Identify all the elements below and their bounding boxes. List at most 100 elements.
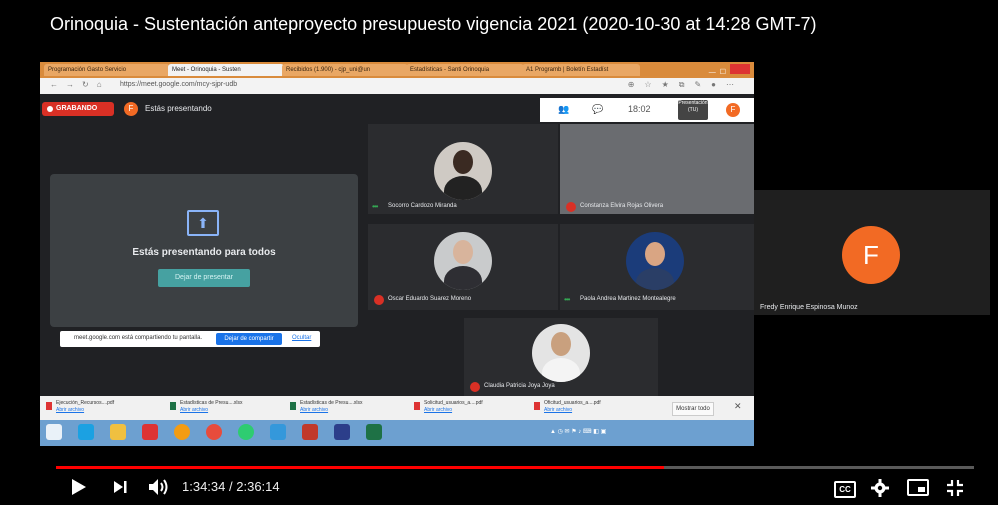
hide-banner-link[interactable]: Ocultar xyxy=(292,335,311,341)
excel-file-icon xyxy=(170,402,176,410)
pdf-file-icon xyxy=(414,402,420,410)
download-item[interactable]: Estadísticas de Presu....xlsx Abrir archi… xyxy=(180,400,243,414)
browser-tab[interactable]: Programación Gasto Servicio xyxy=(44,64,170,76)
time-separator: / xyxy=(229,479,233,494)
excel-file-icon xyxy=(290,402,296,410)
maximize-icon[interactable]: ☐ xyxy=(720,69,730,76)
window-controls[interactable]: —☐ xyxy=(709,64,750,76)
participant-name: Paola Andrea Martinez Montealegre xyxy=(580,296,676,302)
star-icon[interactable]: ☆ xyxy=(644,80,661,89)
close-window-button[interactable] xyxy=(730,64,750,74)
participant-name: Oscar Eduardo Suarez Moreno xyxy=(388,296,472,302)
pen-icon[interactable]: ✎ xyxy=(694,80,711,89)
nav-buttons[interactable]: ←→↻⌂ xyxy=(50,80,110,89)
exit-fullscreen-icon[interactable] xyxy=(945,478,965,498)
muted-mic-icon xyxy=(470,382,480,392)
participant-photo xyxy=(532,324,590,382)
screen-share-banner: meet.google.com está compartiendo tu pan… xyxy=(60,331,320,347)
time-display: 1:34:34 / 2:36:14 xyxy=(182,479,280,494)
url-field[interactable]: https://meet.google.com/mcy-sjpr-udb xyxy=(120,81,237,88)
system-tray[interactable]: ▲ ◷ ✉ ⚑ ♪ ⌨ ◧ ▣ xyxy=(550,428,606,435)
app-icon[interactable] xyxy=(238,424,254,440)
next-icon[interactable] xyxy=(112,479,130,495)
progress-played xyxy=(56,466,664,469)
participant-name: Claudia Patricia Joya Joya xyxy=(484,383,555,389)
show-all-downloads-button[interactable]: Mostrar todo xyxy=(672,402,714,416)
windows-taskbar: ▲ ◷ ✉ ⚑ ♪ ⌨ ◧ ▣ xyxy=(40,420,754,446)
download-item[interactable]: Solicitud_usuarios_a....pdf Abrir archivo xyxy=(424,400,483,414)
meet-top-bar: GRABANDO F Estás presentando 👥 💬 18:02 P… xyxy=(40,98,754,122)
zoom-icon[interactable]: ⊕ xyxy=(628,80,645,89)
back-icon[interactable]: ← xyxy=(50,80,66,89)
play-icon[interactable] xyxy=(70,478,88,496)
word-icon[interactable] xyxy=(334,424,350,440)
progress-bar[interactable] xyxy=(56,466,974,469)
record-dot-icon xyxy=(47,106,53,112)
firefox-icon[interactable] xyxy=(174,424,190,440)
stop-sharing-button[interactable]: Dejar de compartir xyxy=(216,333,282,345)
close-downloads-icon[interactable]: ✕ xyxy=(734,401,742,412)
forward-icon[interactable]: → xyxy=(66,80,82,89)
download-item[interactable]: Estadísticas de Presu....xlsx Abrir archi… xyxy=(300,400,363,414)
collections-icon[interactable]: ⧉ xyxy=(679,80,695,89)
presenting-message: Estás presentando para todos xyxy=(132,247,276,258)
participant-tile[interactable]: Constanza Elvira Rojas Olivera xyxy=(560,124,754,214)
downloads-bar: Ejecución_Recursos....pdf Abrir archivo E… xyxy=(40,396,754,420)
miniplayer-icon[interactable] xyxy=(907,479,929,496)
present-screen-icon: ⬆ xyxy=(187,210,219,236)
excel-icon[interactable] xyxy=(366,424,382,440)
participant-photo xyxy=(626,232,684,290)
participant-name: Fredy Enrique Espinosa Munoz xyxy=(760,304,858,311)
participant-tile-side[interactable]: F Fredy Enrique Espinosa Munoz xyxy=(754,190,990,315)
participant-tile[interactable]: ••• Socorro Cardozo Miranda xyxy=(368,124,558,214)
powerpoint-icon[interactable] xyxy=(302,424,318,440)
start-icon[interactable] xyxy=(46,424,62,440)
favorites-icon[interactable]: ★ xyxy=(662,80,679,89)
participant-avatar: F xyxy=(842,226,900,284)
muted-mic-icon xyxy=(374,295,384,305)
presentation-button[interactable]: Presentación (TU) xyxy=(678,100,708,120)
participant-tile[interactable]: Oscar Eduardo Suarez Moreno xyxy=(368,224,558,310)
participant-tile[interactable]: ••• Paola Andrea Martinez Montealegre xyxy=(560,224,754,310)
pdf-file-icon xyxy=(534,402,540,410)
current-time: 1:34:34 xyxy=(182,479,226,494)
speaking-indicator-icon: ••• xyxy=(372,202,378,211)
muted-mic-icon xyxy=(566,202,576,212)
browser-tab[interactable]: Estadísticas - Santi Orinoquia xyxy=(406,64,524,76)
user-avatar: F xyxy=(124,102,138,116)
recording-label: GRABANDO xyxy=(56,105,98,112)
more-icon[interactable]: ⋯ xyxy=(726,80,744,89)
app-icon[interactable] xyxy=(270,424,286,440)
stop-presenting-button[interactable]: Dejar de presentar xyxy=(158,269,250,287)
acrobat-icon[interactable] xyxy=(142,424,158,440)
browser-tab-strip: Programación Gasto Servicio Meet - Orino… xyxy=(40,62,754,78)
presenting-label: Estás presentando xyxy=(145,104,212,113)
video-title: Orinoquia - Sustentación anteproyecto pr… xyxy=(50,14,817,34)
profile-icon[interactable]: ● xyxy=(711,80,726,89)
participant-name: Socorro Cardozo Miranda xyxy=(388,203,457,209)
settings-gear-icon[interactable] xyxy=(871,479,889,497)
people-icon[interactable]: 👥 xyxy=(558,104,569,115)
browser-tab[interactable]: A1 Programb | Boletín Estadíst xyxy=(522,64,640,76)
participant-photo xyxy=(434,142,492,200)
pdf-file-icon xyxy=(46,402,52,410)
download-item[interactable]: Oficitud_usuarios_a....pdf Abrir archivo xyxy=(544,400,601,414)
folder-icon[interactable] xyxy=(110,424,126,440)
download-item[interactable]: Ejecución_Recursos....pdf Abrir archivo xyxy=(56,400,114,414)
address-bar: ←→↻⌂ https://meet.google.com/mcy-sjpr-ud… xyxy=(40,78,754,94)
presenting-card: ⬆ Estás presentando para todos Dejar de … xyxy=(50,174,358,327)
volume-icon[interactable] xyxy=(147,477,171,497)
minimize-icon[interactable]: — xyxy=(709,69,720,76)
home-icon[interactable]: ⌂ xyxy=(97,80,110,89)
participant-tile[interactable]: Claudia Patricia Joya Joya xyxy=(464,318,658,396)
chat-icon[interactable]: 💬 xyxy=(592,104,603,115)
edge-icon[interactable] xyxy=(78,424,94,440)
share-banner-text: meet.google.com está compartiendo tu pan… xyxy=(74,335,203,341)
user-avatar-small[interactable]: F xyxy=(726,103,740,117)
browser-tab[interactable]: Recibidos (1.900) - cjp_uni@un xyxy=(282,64,408,76)
chrome-icon[interactable] xyxy=(206,424,222,440)
participant-name: Constanza Elvira Rojas Olivera xyxy=(580,203,664,209)
captions-button[interactable]: CC xyxy=(834,481,856,498)
reload-icon[interactable]: ↻ xyxy=(82,80,97,89)
browser-tab-active[interactable]: Meet - Orinoquia - Susten xyxy=(168,64,284,76)
